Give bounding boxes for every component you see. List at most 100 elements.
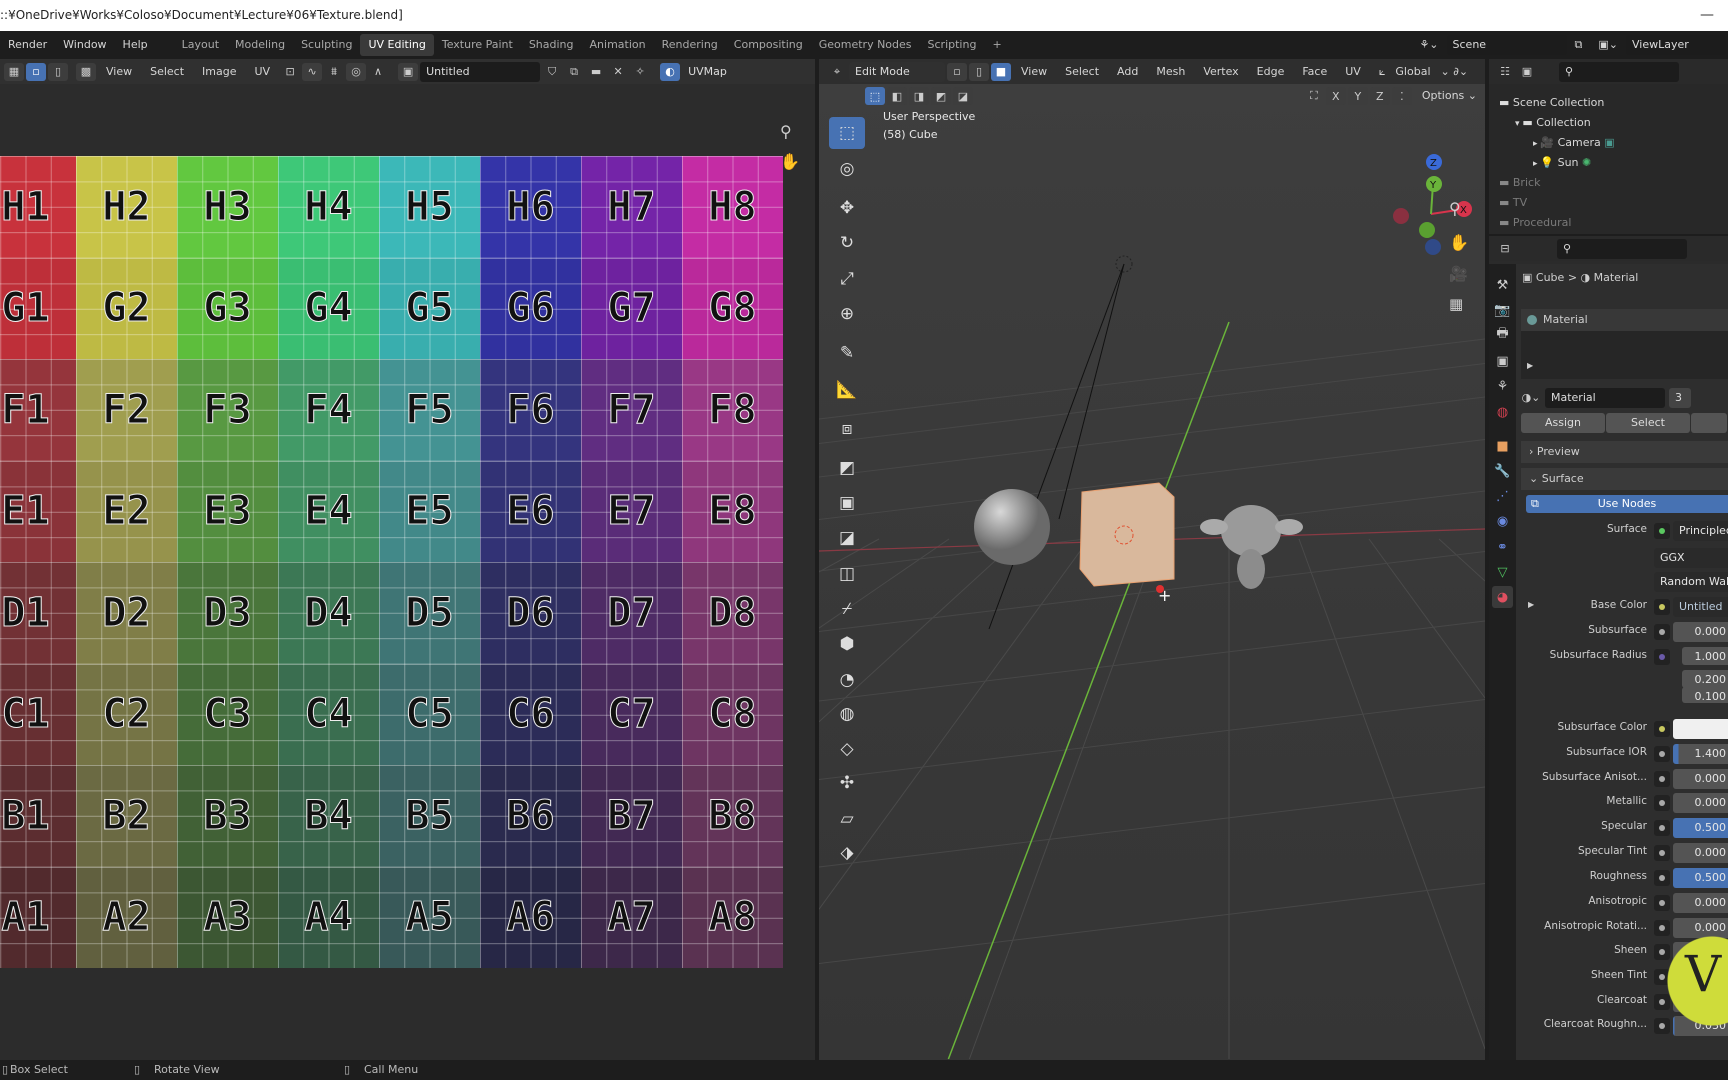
property-value-field[interactable]: 0.500 (1673, 818, 1728, 838)
socket-dot-icon[interactable] (1654, 920, 1670, 936)
image-browse-icon[interactable]: ▣ (398, 62, 419, 81)
socket-dot-icon[interactable] (1654, 795, 1670, 811)
auto-merge-icon[interactable]: ⁚ (1391, 87, 1412, 105)
outliner-item[interactable]: ▬ TV (1499, 194, 1527, 212)
mirror-icon[interactable]: ⛶ (1304, 87, 1324, 105)
poly-build-tool-icon[interactable]: ⬢ (829, 628, 865, 660)
editor-type-icon[interactable]: ▩ (76, 62, 96, 81)
gizmo-axis[interactable] (1393, 208, 1409, 224)
unlink-image-icon[interactable]: ✕ (608, 63, 628, 81)
sync-selection-icon[interactable]: ▦ (4, 62, 24, 81)
gizmo-axis[interactable] (1419, 222, 1435, 238)
outliner-item[interactable]: ▬ Brick (1499, 174, 1540, 192)
vp-menu-face[interactable]: Face (1294, 61, 1335, 83)
zoom-icon[interactable]: ⚲ (1449, 199, 1461, 218)
browse-material-icon[interactable]: ◑⌄ (1521, 388, 1541, 406)
add-workspace-button[interactable]: + (984, 34, 1009, 56)
tab-scripting[interactable]: Scripting (920, 34, 985, 56)
select-intersect-icon[interactable]: ◪ (953, 87, 973, 105)
expand-icon[interactable]: ▶ (1527, 361, 1533, 370)
tab-modeling[interactable]: Modeling (227, 34, 293, 56)
socket-dot-icon[interactable] (1654, 771, 1670, 787)
editor-type-icon[interactable]: ⌖ (827, 63, 847, 81)
uv-map-field[interactable]: UVMap (682, 61, 753, 82)
property-value-field[interactable]: 0.000 (1673, 843, 1728, 863)
world-tab-icon[interactable]: ◍ (1492, 401, 1513, 423)
new-image-icon[interactable]: ⧉ (564, 63, 584, 81)
property-value-field[interactable]: 0.500 (1673, 868, 1728, 888)
physics-tab-icon[interactable]: ◉ (1492, 510, 1513, 532)
properties-search[interactable]: ⚲ (1557, 238, 1687, 259)
property-value-field[interactable]: 0.000 (1673, 893, 1728, 913)
material-slot[interactable]: Material (1521, 309, 1728, 331)
extrude-tool-icon[interactable]: ◩ (829, 452, 865, 484)
vertex-select-icon[interactable]: ▫ (947, 62, 967, 81)
pan-hand-icon[interactable]: ✋ (1449, 233, 1469, 252)
snap-target-icon[interactable]: ⩩ (324, 63, 344, 81)
material-name-field[interactable]: Material (1545, 388, 1665, 408)
tab-sculpting[interactable]: Sculpting (293, 34, 360, 56)
vp-menu-edge[interactable]: Edge (1249, 61, 1293, 83)
uv-menu-view[interactable]: View (98, 61, 140, 83)
vp-menu-view[interactable]: View (1013, 61, 1055, 83)
outliner-item[interactable]: ▬ Scene Collection (1499, 94, 1604, 112)
orientation-icon[interactable]: ⟀ (1371, 61, 1394, 83)
axis-z-toggle[interactable]: Z (1369, 87, 1390, 105)
object-tab-icon[interactable]: ■ (1492, 435, 1513, 457)
inset-tool-icon[interactable]: ▣ (829, 487, 865, 519)
deselect-button[interactable] (1691, 413, 1727, 433)
render-tab-icon[interactable]: 📷 (1492, 299, 1513, 321)
vertex-select-mode-icon[interactable]: ▫ (26, 62, 46, 81)
annotate-tool-icon[interactable]: ✎ (829, 337, 865, 369)
socket-dot-icon[interactable] (1654, 649, 1670, 665)
material-slot-list[interactable]: Material ▶ (1521, 309, 1728, 379)
uv-editor-canvas[interactable]: H1 H2 H3 H4 H5 H6 H7 H8 G1 G2 G3 G4 G5 G6 G7 G8 F1 F2 F3 F4… (0, 84, 815, 1060)
sun-data-icon[interactable]: ✺ (1579, 156, 1591, 169)
move-tool-icon[interactable]: ✥ (829, 192, 865, 224)
data-tab-icon[interactable]: ▽ (1492, 561, 1513, 583)
distribution-dropdown[interactable]: GGX (1654, 548, 1728, 568)
minimize-button[interactable]: — (1700, 0, 1714, 31)
property-value-field[interactable]: 0.000 (1673, 793, 1728, 813)
tab-uv-editing[interactable]: UV Editing (360, 34, 434, 56)
view-layer-icon[interactable]: ▣⌄ (1590, 34, 1626, 56)
tab-layout[interactable]: Layout (174, 34, 227, 56)
property-value-field[interactable]: 0.000 (1673, 918, 1728, 938)
loop-cut-tool-icon[interactable]: ◫ (829, 558, 865, 590)
menu-help[interactable]: Help (115, 34, 156, 56)
orientation-dropdown[interactable]: Global (1395, 61, 1430, 83)
socket-dot-icon[interactable] (1654, 746, 1670, 762)
camera-data-icon[interactable]: ▣ (1601, 136, 1614, 149)
pivot-icon[interactable]: ⊡ (280, 63, 300, 81)
surface-shader-field[interactable]: Principled BSDF (1673, 521, 1728, 541)
proportional-edit-icon[interactable]: ◎ (346, 62, 367, 81)
pin-icon[interactable]: ✧ (630, 63, 650, 81)
edge-slide-tool-icon[interactable]: ◇ (829, 733, 865, 765)
base-color-texture-field[interactable]: Untitled (1673, 597, 1728, 617)
use-nodes-button[interactable]: ⧉ Use Nodes (1526, 495, 1728, 513)
select-subtract-icon[interactable]: ◨ (909, 87, 929, 105)
fake-user-icon[interactable]: ⛉ (542, 63, 562, 81)
vp-menu-select[interactable]: Select (1057, 61, 1107, 83)
shrink-fatten-tool-icon[interactable]: ✣ (829, 767, 865, 799)
socket-dot-icon[interactable] (1654, 845, 1670, 861)
spin-tool-icon[interactable]: ◔ (829, 664, 865, 696)
user-count[interactable]: 3 (1669, 388, 1691, 408)
pivot-dropdown-icon[interactable]: ⌄ ∂⌄ (1433, 61, 1477, 83)
tab-rendering[interactable]: Rendering (654, 34, 726, 56)
tool-tab-icon[interactable]: ⚒ (1492, 274, 1513, 296)
property-value-field[interactable]: 1.400 (1673, 744, 1728, 764)
image-name-field[interactable]: Untitled (420, 61, 541, 82)
socket-dot-icon[interactable] (1654, 721, 1670, 737)
uv-menu-select[interactable]: Select (142, 61, 192, 83)
subsurface-method-dropdown[interactable]: Random Walk (1654, 572, 1728, 592)
outliner-item[interactable]: ▬ Procedural (1499, 214, 1571, 232)
rotate-tool-icon[interactable]: ↻ (829, 227, 865, 259)
ortho-grid-icon[interactable]: ▦ (1449, 295, 1463, 313)
3d-viewport[interactable]: + X Y Z ⌖ Edit Mode ▫ ▯ ■ View Select Add M… (819, 59, 1485, 1060)
property-value-field[interactable]: 0.000 (1673, 622, 1728, 642)
vp-menu-mesh[interactable]: Mesh (1148, 61, 1193, 83)
socket-dot-icon[interactable] (1654, 624, 1670, 640)
knife-tool-icon[interactable]: ⌿ (829, 593, 865, 625)
pan-hand-icon[interactable]: ✋ (780, 152, 800, 171)
